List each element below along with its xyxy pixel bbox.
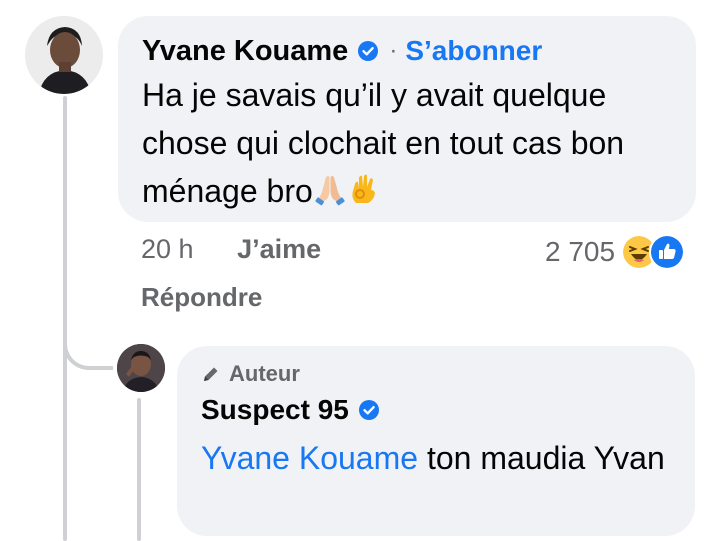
avatar[interactable] [25, 16, 103, 94]
like-button[interactable]: J’aime [237, 234, 321, 264]
comment-text: Ha je savais qu’il y avait quelque chose… [142, 71, 682, 215]
reply-avatar[interactable] [117, 344, 165, 392]
author-name[interactable]: Yvane Kouame [142, 35, 348, 68]
comment-header: Yvane Kouame · S’abonner [142, 31, 672, 71]
reaction-count: 2 705 [545, 236, 616, 267]
ok-hand-icon [347, 171, 381, 205]
comment-body: Ha je savais qu’il y avait quelque chose… [142, 77, 625, 209]
reply-thread-line [137, 398, 141, 541]
mention-link[interactable]: Yvane Kouame [201, 440, 418, 476]
comment-actions: 20 h J’aime [141, 234, 321, 265]
author-badge: Auteur [201, 360, 671, 388]
reply-header: Suspect 95 [201, 390, 671, 430]
like-reaction-icon [649, 234, 686, 270]
comment-bubble: Yvane Kouame · S’abonner Ha je savais qu… [118, 16, 696, 222]
follow-button[interactable]: S’abonner [405, 35, 542, 67]
reply-bubble: Auteur Suspect 95 Yvane Kouame ton maudi… [177, 346, 695, 536]
thread-branch-line [63, 300, 113, 370]
reaction-summary[interactable]: 2 705 [545, 232, 686, 272]
pencil-icon [204, 367, 218, 381]
reply-author-name[interactable]: Suspect 95 [201, 394, 349, 426]
folded-hands-icon [313, 171, 347, 206]
reply-text: Yvane Kouame ton maudia Yvan [201, 436, 671, 480]
separator-dot: · [389, 37, 398, 64]
author-badge-label: Auteur [229, 361, 300, 386]
reply-button[interactable]: Répondre [141, 282, 262, 313]
comment-timestamp[interactable]: 20 h [141, 234, 194, 264]
verified-badge-icon [358, 399, 380, 421]
reply-body: ton maudia Yvan [418, 440, 665, 476]
verified-badge-icon [357, 40, 379, 62]
